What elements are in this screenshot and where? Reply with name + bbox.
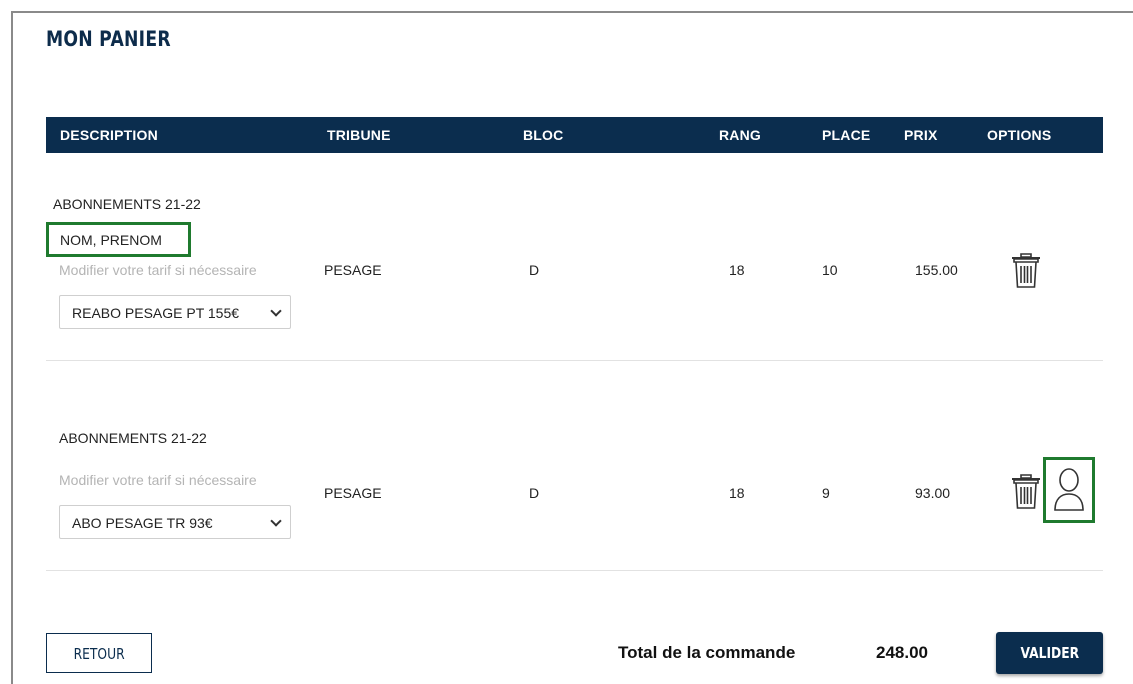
tarif-hint: Modifier votre tarif si nécessaire bbox=[59, 262, 257, 278]
header-prix: PRIX bbox=[904, 127, 938, 143]
cell-rang: 18 bbox=[729, 485, 745, 501]
cell-rang: 18 bbox=[729, 262, 745, 278]
header-description: DESCRIPTION bbox=[60, 127, 158, 143]
tarif-hint: Modifier votre tarif si nécessaire bbox=[59, 472, 257, 488]
header-place: PLACE bbox=[822, 127, 871, 143]
row-title: ABONNEMENTS 21-22 bbox=[59, 430, 207, 446]
row-divider bbox=[46, 570, 1103, 571]
header-bloc: BLOC bbox=[523, 127, 564, 143]
cell-prix: 93.00 bbox=[915, 485, 951, 501]
page-frame bbox=[11, 11, 1133, 684]
tarif-select[interactable]: ABO PESAGE TR 93€ bbox=[59, 505, 291, 539]
header-options: OPTIONS bbox=[987, 127, 1052, 143]
cell-place: 9 bbox=[822, 485, 830, 501]
cell-place: 10 bbox=[822, 262, 838, 278]
cell-tribune: PESAGE bbox=[324, 485, 382, 501]
user-icon bbox=[1054, 468, 1084, 511]
header-rang: RANG bbox=[719, 127, 762, 143]
tarif-select-value: REABO PESAGE PT 155€ bbox=[72, 305, 240, 321]
cell-tribune: PESAGE bbox=[324, 262, 382, 278]
table-header: DESCRIPTION TRIBUNE BLOC RANG PLACE PRIX… bbox=[46, 117, 1103, 153]
chevron-down-icon bbox=[270, 305, 282, 317]
total-value: 248.00 bbox=[876, 643, 928, 662]
trash-icon[interactable] bbox=[1009, 471, 1043, 511]
holder-name: NOM, PRENOM bbox=[46, 222, 191, 257]
back-button[interactable]: RETOUR bbox=[46, 633, 152, 673]
chevron-down-icon bbox=[270, 515, 282, 527]
header-tribune: TRIBUNE bbox=[327, 127, 391, 143]
row-divider bbox=[46, 360, 1103, 361]
trash-icon[interactable] bbox=[1009, 250, 1043, 290]
cell-prix: 155.00 bbox=[915, 262, 958, 278]
assign-holder-button[interactable] bbox=[1043, 457, 1095, 523]
total-label: Total de la commande bbox=[618, 643, 796, 662]
row-title: ABONNEMENTS 21-22 bbox=[53, 196, 201, 212]
tarif-select-value: ABO PESAGE TR 93€ bbox=[72, 515, 213, 531]
page-title: MON PANIER bbox=[46, 27, 171, 51]
tarif-select[interactable]: REABO PESAGE PT 155€ bbox=[59, 295, 291, 329]
cell-bloc: D bbox=[529, 485, 540, 501]
validate-button[interactable]: VALIDER bbox=[996, 632, 1103, 674]
cell-bloc: D bbox=[529, 262, 540, 278]
